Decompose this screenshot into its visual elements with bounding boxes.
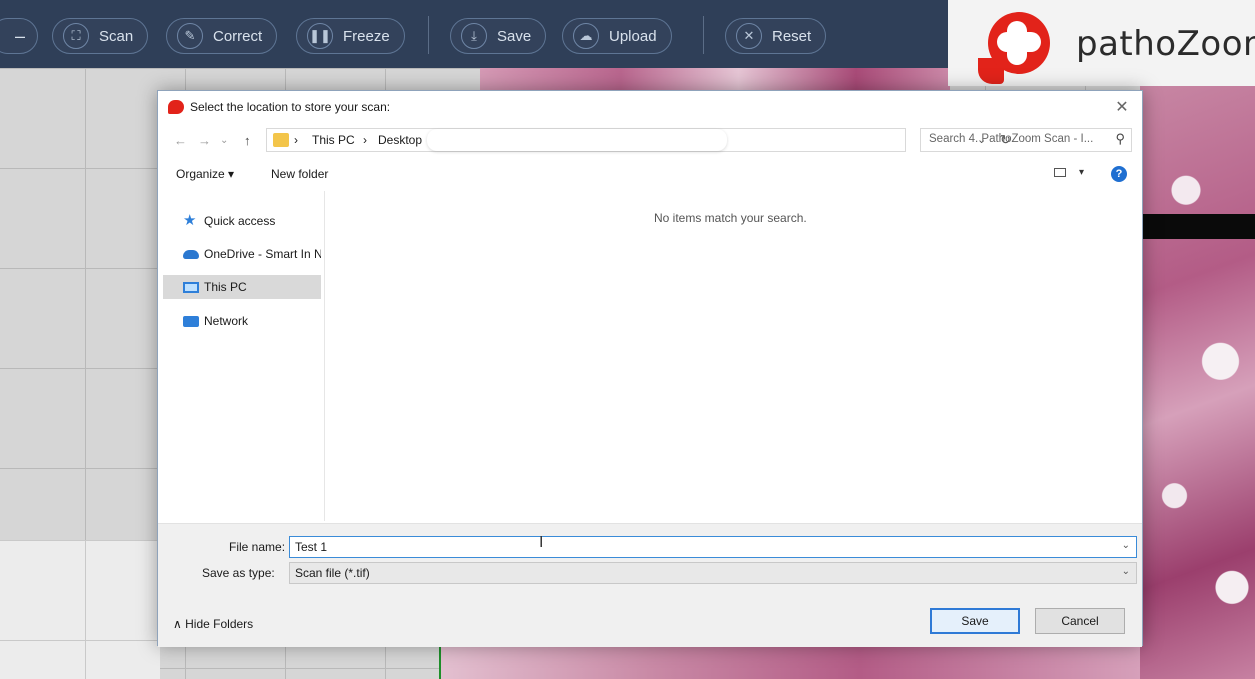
file-name-field[interactable]: Test 1 ⌄ <box>289 536 1137 558</box>
scan-button[interactable]: ⛶ Scan <box>52 18 149 54</box>
forward-icon[interactable]: → <box>198 133 211 148</box>
address-overlay <box>427 129 727 151</box>
scan-grid-light <box>0 540 160 679</box>
save-dialog: Select the location to store your scan: … <box>157 90 1143 647</box>
brand-logo: pathoZoom <box>948 0 1255 86</box>
nav-item-onedrive[interactable]: OneDrive - Smart In N <box>163 242 321 266</box>
minus-icon: – <box>15 25 26 46</box>
pause-icon: ❚❚ <box>307 23 333 49</box>
app-icon <box>168 99 184 114</box>
save-button[interactable]: Save <box>930 608 1020 634</box>
tissue-image-bottom <box>440 645 1140 679</box>
correct-label: Correct <box>213 27 263 45</box>
nav-item-label: This PC <box>204 280 247 294</box>
search-placeholder: Search 4. PathoZoom Scan - I... <box>929 133 1094 145</box>
chevron-down-icon[interactable]: ⌄ <box>1122 540 1130 551</box>
save-type-select[interactable]: Scan file (*.tif) ⌄ <box>289 562 1137 584</box>
brand-name: pathoZoom <box>1076 24 1255 64</box>
reset-button[interactable]: ✕ Reset <box>725 18 827 54</box>
save-type-label: Save as type: <box>202 566 275 580</box>
scan-icon: ⛶ <box>63 23 89 49</box>
chevron-down-icon[interactable]: ▾ <box>1079 167 1084 178</box>
zoom-out-button[interactable]: – <box>0 18 38 54</box>
nav-item-label: Quick access <box>204 214 276 228</box>
folder-icon <box>273 133 289 147</box>
nav-item-label: Network <box>204 314 249 328</box>
empty-message: No items match your search. <box>654 211 807 225</box>
chevron-down-icon[interactable]: ⌄ <box>1122 566 1130 577</box>
view-options-icon[interactable] <box>1054 168 1066 177</box>
toolbar-separator <box>428 16 429 54</box>
correct-button[interactable]: ✎ Correct <box>166 18 278 54</box>
nav-item-this-pc[interactable]: This PC <box>163 275 321 299</box>
address-bar[interactable]: › This PC › Desktop ⌄ ↻ <box>266 128 1011 152</box>
file-name-value: Test 1 <box>295 540 328 554</box>
recent-dropdown-icon[interactable]: ⌄ <box>220 135 228 146</box>
navigation-pane: ★ Quick access OneDrive - Smart In N Thi… <box>158 191 325 521</box>
cloud-icon <box>183 249 199 259</box>
network-icon <box>183 315 199 327</box>
upload-label: Upload <box>609 27 657 45</box>
cancel-button[interactable]: Cancel <box>1035 608 1125 634</box>
breadcrumb-this-pc[interactable]: This PC <box>312 133 355 147</box>
dialog-title: Select the location to store your scan: <box>190 99 391 114</box>
hide-folders-label: Hide Folders <box>185 617 254 631</box>
edit-icon: ✎ <box>177 23 203 49</box>
grid-marker-line <box>439 645 441 679</box>
hide-folders-toggle[interactable]: ∧ Hide Folders <box>173 617 253 631</box>
file-name-label: File name: <box>229 540 286 554</box>
help-icon[interactable]: ? <box>1111 166 1127 182</box>
nav-item-quick-access[interactable]: ★ Quick access <box>163 209 321 233</box>
new-folder-button[interactable]: New folder <box>271 167 328 181</box>
breadcrumb-desktop[interactable]: Desktop <box>378 133 422 147</box>
freeze-label: Freeze <box>343 27 390 45</box>
text-cursor-icon: I <box>539 534 544 551</box>
search-icon: ⚲ <box>1115 131 1125 146</box>
save-toolbar-button[interactable]: ⤓ Save <box>450 18 547 54</box>
nav-item-network[interactable]: Network <box>163 309 321 333</box>
breadcrumb-separator: › <box>363 133 367 147</box>
scan-label: Scan <box>99 27 134 45</box>
search-input[interactable]: Search 4. PathoZoom Scan - I... ⚲ <box>920 128 1132 152</box>
breadcrumb-separator: › <box>294 133 298 147</box>
dialog-titlebar: Select the location to store your scan: <box>158 91 1142 122</box>
command-bar: Organize ▾ New folder ▾ ? <box>158 163 1142 187</box>
reset-label: Reset <box>772 27 812 45</box>
save-type-value: Scan file (*.tif) <box>295 566 370 580</box>
upload-button[interactable]: ☁ Upload <box>562 18 672 54</box>
upload-icon: ☁ <box>573 23 599 49</box>
tissue-image-right <box>1140 68 1255 679</box>
save-toolbar-label: Save <box>497 27 532 45</box>
save-icon: ⤓ <box>461 23 487 49</box>
computer-icon <box>183 281 199 293</box>
plus-logo-icon <box>988 12 1050 74</box>
back-icon[interactable]: ← <box>174 133 187 148</box>
save-options-panel: File name: Test 1 ⌄ I Save as type: Scan… <box>158 523 1142 647</box>
close-icon[interactable]: ✕ <box>1112 97 1132 117</box>
image-gap-band <box>1140 214 1255 239</box>
freeze-button[interactable]: ❚❚ Freeze <box>296 18 405 54</box>
address-row: ← → ⌄ ↑ › This PC › Desktop ⌄ ↻ Search 4… <box>158 128 1142 154</box>
organize-menu[interactable]: Organize ▾ <box>176 167 234 181</box>
chevron-up-icon: ∧ <box>173 617 182 631</box>
up-arrow-icon[interactable]: ↑ <box>244 133 251 148</box>
star-icon: ★ <box>183 212 197 229</box>
close-circle-icon: ✕ <box>736 23 762 49</box>
toolbar-separator <box>703 16 704 54</box>
nav-item-label: OneDrive - Smart In N <box>204 247 321 261</box>
